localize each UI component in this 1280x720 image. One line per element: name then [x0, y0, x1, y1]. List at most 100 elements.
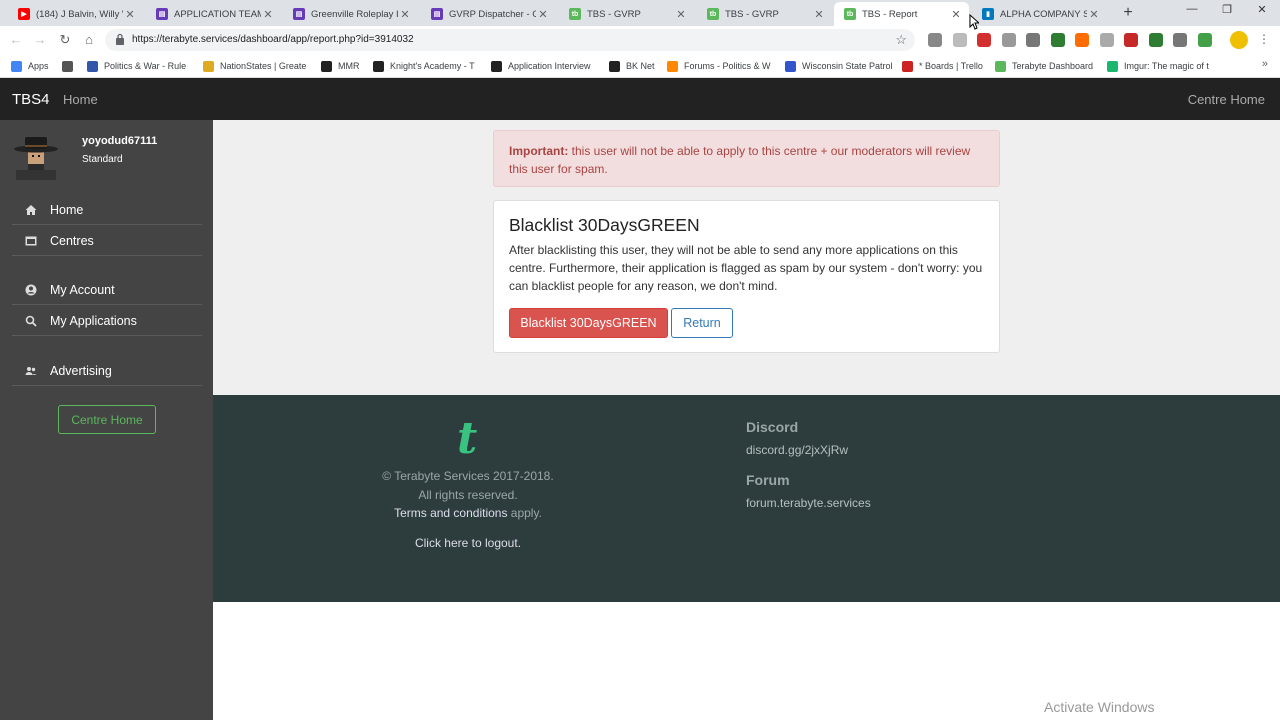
tab-favicon-icon: tb: [844, 8, 856, 20]
bookmark-favicon-icon: [1107, 60, 1118, 72]
bookmark-favicon-icon: [609, 60, 620, 72]
extension-icon[interactable]: [1124, 33, 1138, 47]
bookmark-star-icon[interactable]: ☆: [895, 32, 907, 48]
tab-close-icon[interactable]: ✕: [536, 8, 550, 21]
sidebar-item-label: My Applications: [50, 313, 137, 328]
new-tab-button[interactable]: +: [1119, 4, 1137, 22]
bookmark-item[interactable]: * Boards | Trello: [902, 58, 990, 74]
rights-text: All rights reserved.: [418, 488, 518, 502]
tab-title: TBS - GVRP: [725, 8, 779, 20]
tab-close-icon[interactable]: ✕: [949, 8, 963, 21]
bookmark-label: MMR: [338, 61, 360, 71]
lock-icon: [116, 33, 124, 45]
browser-tab[interactable]: tb TBS - GVRP ✕: [697, 2, 832, 26]
extension-icon[interactable]: [928, 33, 942, 47]
tab-close-icon[interactable]: ✕: [123, 8, 137, 21]
logout-link[interactable]: Click here to logout.: [333, 536, 603, 550]
minimize-button[interactable]: —: [1182, 3, 1202, 15]
tab-close-icon[interactable]: ✕: [398, 8, 412, 21]
restore-button[interactable]: ❐: [1217, 3, 1237, 16]
browser-tab[interactable]: tb TBS - Report ✕: [834, 2, 969, 26]
home-button[interactable]: ⌂: [80, 31, 98, 49]
extension-icon[interactable]: [1001, 33, 1016, 47]
browser-tab[interactable]: tb TBS - GVRP ✕: [559, 2, 694, 26]
sidebar-item-my-applications[interactable]: My Applications: [12, 306, 202, 336]
bookmark-favicon-icon: [491, 60, 502, 72]
extension-icon[interactable]: [1173, 33, 1187, 47]
bookmark-label: * Boards | Trello: [919, 61, 983, 71]
browser-tab[interactable]: ▤ GVRP Dispatcher - Go ✕: [421, 2, 556, 26]
tab-close-icon[interactable]: ✕: [674, 8, 688, 21]
tab-favicon-icon: ▮: [982, 8, 994, 20]
discord-link[interactable]: discord.gg/2jxXjRw: [746, 443, 848, 457]
nav-home-link[interactable]: Home: [63, 92, 98, 107]
bookmark-item[interactable]: Apps: [11, 58, 56, 74]
bookmark-item[interactable]: Forums - Politics & W: [667, 58, 775, 74]
browser-tab[interactable]: ▤ Greenville Roleplay In ✕: [283, 2, 418, 26]
bookmark-label: Apps: [28, 61, 49, 71]
bookmark-label: Forums - Politics & W: [684, 61, 771, 71]
bookmark-item[interactable]: Wisconsin State Patrol: [785, 58, 893, 74]
blacklist-card: Blacklist 30DaysGREEN After blacklisting…: [493, 200, 1000, 353]
tab-close-icon[interactable]: ✕: [812, 8, 826, 21]
extension-icon[interactable]: [1148, 33, 1163, 47]
extension-icon[interactable]: [952, 33, 967, 47]
forum-heading: Forum: [746, 472, 790, 488]
browser-tab[interactable]: ▶ (184) J Balvin, Willy W ✕: [8, 2, 143, 26]
terms-link[interactable]: Terms and conditions: [394, 506, 507, 520]
profile-avatar[interactable]: [1230, 31, 1248, 49]
bookmark-item[interactable]: [62, 58, 78, 74]
brand-logo[interactable]: TBS4: [12, 91, 50, 108]
close-window-button[interactable]: ✕: [1252, 3, 1272, 16]
footer: t © Terabyte Services 2017-2018. All rig…: [213, 395, 1280, 602]
extension-icon[interactable]: [1050, 33, 1065, 47]
users-icon: [12, 365, 50, 377]
tab-title: (184) J Balvin, Willy W: [36, 8, 123, 20]
centre-home-button[interactable]: Centre Home: [58, 405, 156, 434]
discord-heading: Discord: [746, 419, 799, 435]
reload-button[interactable]: ↻: [56, 31, 74, 49]
extension-icon[interactable]: [1075, 33, 1089, 47]
sidebar-item-advertising[interactable]: Advertising: [12, 356, 202, 386]
bookmark-item[interactable]: Terabyte Dashboard: [995, 58, 1100, 74]
avatar: [14, 137, 58, 180]
bookmark-item[interactable]: NationStates | Greate: [203, 58, 311, 74]
bookmark-item[interactable]: MMR: [321, 58, 366, 74]
nav-centre-home-link[interactable]: Centre Home: [1188, 92, 1265, 107]
bookmarks-bar: Apps Politics & War - Rule NationStates | …: [0, 54, 1280, 78]
sidebar-item-my-account[interactable]: My Account: [12, 275, 202, 305]
tab-close-icon[interactable]: ✕: [1087, 8, 1101, 21]
sidebar-item-centres[interactable]: Centres: [12, 226, 202, 256]
activate-windows-watermark: Activate Windows: [1044, 699, 1155, 715]
bookmark-label: Application Interview: [508, 61, 591, 71]
bookmark-item[interactable]: Imgur: The magic of t: [1107, 58, 1212, 74]
bookmark-favicon-icon: [785, 60, 796, 72]
forum-link[interactable]: forum.terabyte.services: [746, 496, 871, 510]
bookmark-favicon-icon: [62, 60, 73, 72]
extension-icon[interactable]: [1099, 33, 1114, 47]
bookmarks-overflow-icon[interactable]: »: [1262, 58, 1268, 70]
bookmark-item[interactable]: BK Net: [609, 58, 659, 74]
main-content: Important: this user will not be able to…: [213, 120, 1280, 395]
extension-icon[interactable]: [1026, 33, 1040, 47]
browser-tab[interactable]: ▤ APPLICATION TEAM A✕: [146, 2, 281, 26]
browser-tab[interactable]: ▮ ALPHA COMPANY STA✕: [972, 2, 1107, 26]
bookmark-favicon-icon: [373, 60, 384, 72]
sidebar-item-label: My Account: [50, 282, 115, 297]
address-bar[interactable]: https://terabyte.services/dashboard/app/…: [105, 29, 915, 51]
mouse-cursor-icon: [969, 14, 979, 30]
menu-icon[interactable]: ⋮: [1258, 32, 1270, 46]
back-button[interactable]: ←: [7, 31, 25, 49]
bookmark-label: Politics & War - Rule: [104, 61, 187, 71]
tab-close-icon[interactable]: ✕: [261, 8, 275, 21]
return-button[interactable]: Return: [671, 308, 733, 338]
forward-button[interactable]: →: [31, 31, 49, 49]
bookmark-item[interactable]: Application Interview: [491, 58, 599, 74]
blacklist-button[interactable]: Blacklist 30DaysGREEN: [509, 308, 668, 338]
extension-icon[interactable]: [1197, 33, 1212, 47]
sidebar-item-home[interactable]: Home: [12, 195, 202, 225]
bookmark-item[interactable]: Politics & War - Rule: [87, 58, 192, 74]
bookmark-item[interactable]: Knight's Academy - T: [373, 58, 481, 74]
home-icon: [12, 204, 50, 216]
extension-icon[interactable]: [977, 33, 991, 47]
